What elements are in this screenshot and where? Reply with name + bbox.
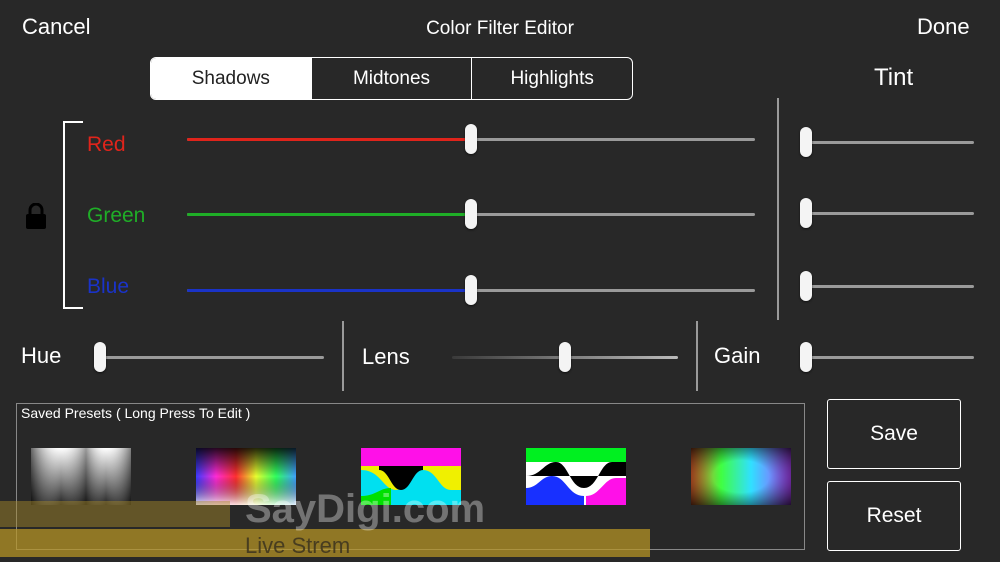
hue-lens-divider — [342, 321, 344, 391]
slider-track[interactable] — [806, 141, 974, 144]
blue-label: Blue — [87, 275, 130, 298]
green-label: Green — [87, 204, 146, 227]
slider-thumb[interactable] — [94, 342, 106, 372]
channel-link-bracket — [63, 121, 83, 309]
preset-thumbnail-5[interactable] — [691, 448, 791, 505]
tab-midtones[interactable]: Midtones — [312, 58, 473, 99]
lock-icon[interactable] — [25, 203, 47, 229]
slider-fill — [187, 213, 471, 216]
tint-title: Tint — [874, 64, 914, 91]
preset-thumbnail-2[interactable] — [196, 448, 296, 505]
slider-thumb[interactable] — [800, 127, 812, 157]
slider-thumb[interactable] — [800, 342, 812, 372]
slider-thumb[interactable] — [465, 275, 477, 305]
preset-thumbnail-3[interactable] — [361, 448, 461, 505]
tint-divider — [777, 98, 779, 320]
slider-thumb[interactable] — [800, 271, 812, 301]
reset-button[interactable]: Reset — [827, 481, 961, 551]
lens-label: Lens — [362, 344, 410, 369]
preset-thumbnail-1[interactable] — [31, 448, 131, 505]
done-button[interactable]: Done — [917, 14, 970, 40]
presets-title: Saved Presets ( Long Press To Edit ) — [21, 405, 251, 421]
slider-fill — [187, 289, 471, 292]
slider-track[interactable] — [806, 356, 974, 359]
slider-thumb[interactable] — [465, 124, 477, 154]
slider-thumb[interactable] — [800, 198, 812, 228]
slider-thumb[interactable] — [559, 342, 571, 372]
preset-thumbnail-4[interactable] — [526, 448, 626, 505]
lens-gain-divider — [696, 321, 698, 391]
slider-track[interactable] — [100, 356, 324, 359]
red-label: Red — [87, 133, 126, 156]
slider-fill — [187, 138, 471, 141]
slider-track[interactable] — [806, 285, 974, 288]
slider-track[interactable] — [806, 212, 974, 215]
save-button[interactable]: Save — [827, 399, 961, 469]
tab-shadows[interactable]: Shadows — [151, 58, 312, 99]
tone-range-segmented-control: Shadows Midtones Highlights — [150, 57, 633, 100]
hue-label: Hue — [21, 343, 62, 368]
saved-presets-panel: Saved Presets ( Long Press To Edit ) — [16, 403, 805, 550]
page-title: Color Filter Editor — [426, 18, 574, 39]
slider-thumb[interactable] — [465, 199, 477, 229]
gain-label: Gain — [714, 343, 761, 368]
tab-highlights[interactable]: Highlights — [472, 58, 632, 99]
